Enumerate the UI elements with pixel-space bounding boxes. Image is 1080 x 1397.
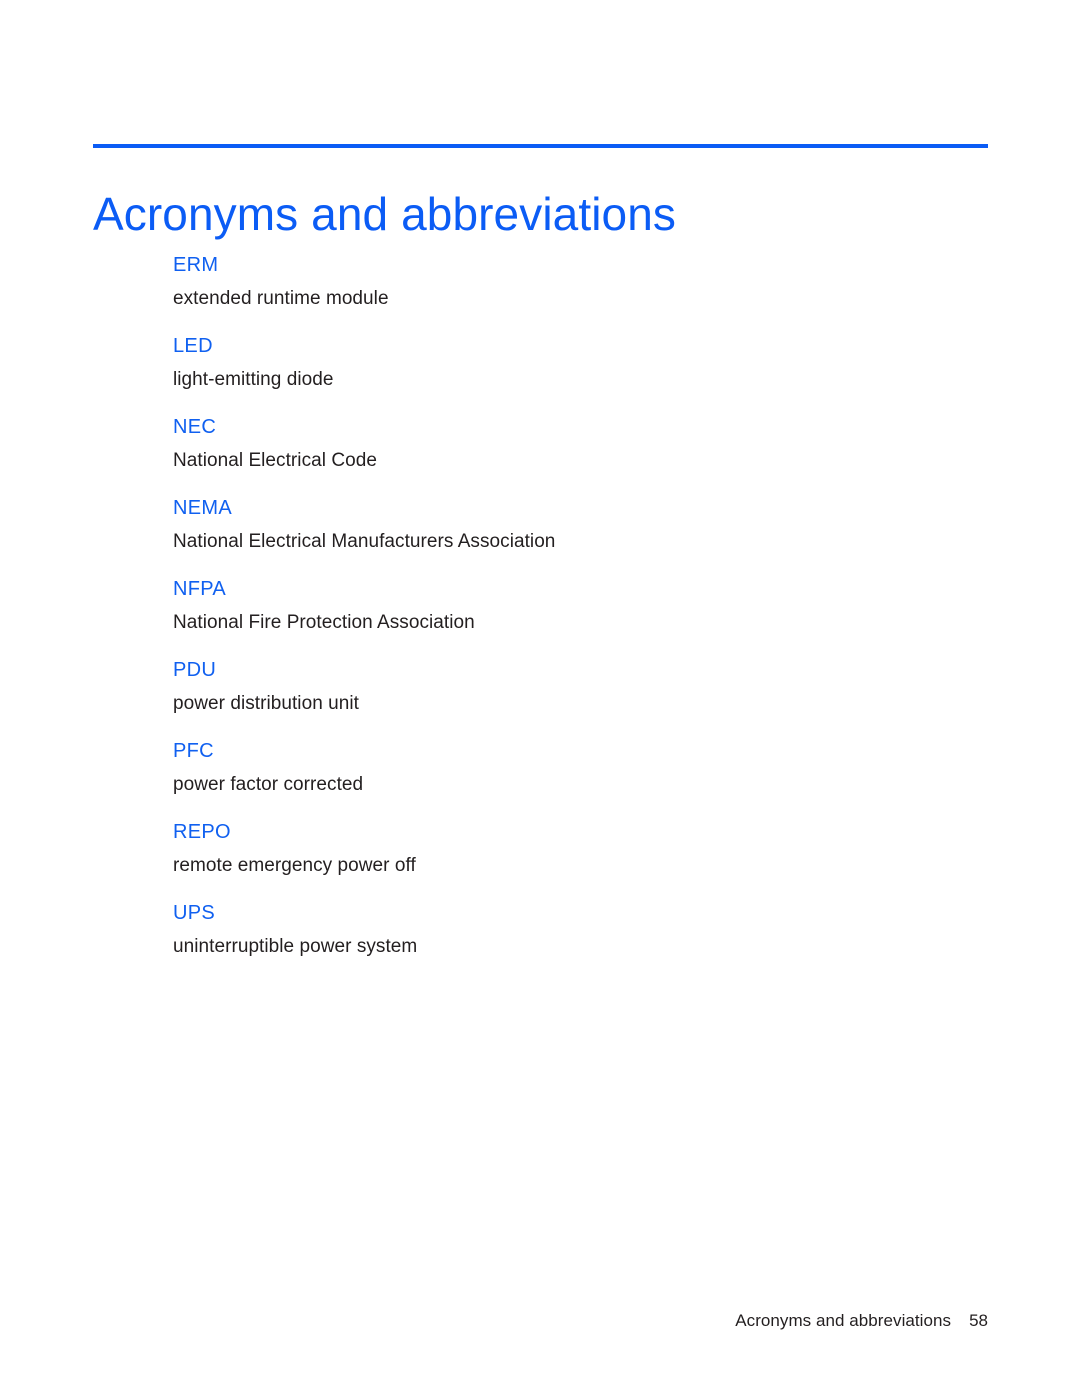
glossary-definition: National Electrical Manufacturers Associ… xyxy=(173,531,556,552)
glossary-entry: PDU power distribution unit xyxy=(173,657,963,738)
glossary-term: ERM xyxy=(173,254,219,276)
document-page: Acronyms and abbreviations ERM extended … xyxy=(0,0,1080,1397)
glossary-entry: NEMA National Electrical Manufacturers A… xyxy=(173,495,963,576)
glossary-entry: UPS uninterruptible power system xyxy=(173,900,963,981)
glossary-term: UPS xyxy=(173,902,216,924)
glossary-entry: REPO remote emergency power off xyxy=(173,819,963,900)
glossary-definition: National Fire Protection Association xyxy=(173,612,475,633)
glossary-entry: LED light-emitting diode xyxy=(173,333,963,414)
glossary-term: NEC xyxy=(173,416,217,438)
page-footer: Acronyms and abbreviations 58 xyxy=(0,1310,988,1332)
glossary-definition: National Electrical Code xyxy=(173,450,377,471)
glossary-term: PDU xyxy=(173,659,217,681)
glossary-entry: ERM extended runtime module xyxy=(173,252,963,333)
glossary-term: PFC xyxy=(173,740,214,762)
glossary-term: LED xyxy=(173,335,213,357)
glossary-definition: power factor corrected xyxy=(173,774,364,795)
glossary-definition: light-emitting diode xyxy=(173,369,334,390)
glossary-entry: NFPA National Fire Protection Associatio… xyxy=(173,576,963,657)
glossary-list: ERM extended runtime module LED light-em… xyxy=(173,252,963,981)
glossary-definition: remote emergency power off xyxy=(173,855,416,876)
glossary-entry: NEC National Electrical Code xyxy=(173,414,963,495)
glossary-term: NFPA xyxy=(173,578,227,600)
footer-section-label: Acronyms and abbreviations xyxy=(735,1311,952,1330)
glossary-definition: uninterruptible power system xyxy=(173,936,418,957)
footer-page-number: 58 xyxy=(969,1311,988,1330)
glossary-term: REPO xyxy=(173,821,231,843)
glossary-definition: power distribution unit xyxy=(173,693,359,714)
glossary-term: NEMA xyxy=(173,497,232,519)
glossary-definition: extended runtime module xyxy=(173,288,389,309)
glossary-entry: PFC power factor corrected xyxy=(173,738,963,819)
title-divider-rule xyxy=(93,144,988,148)
page-title: Acronyms and abbreviations xyxy=(93,187,677,240)
